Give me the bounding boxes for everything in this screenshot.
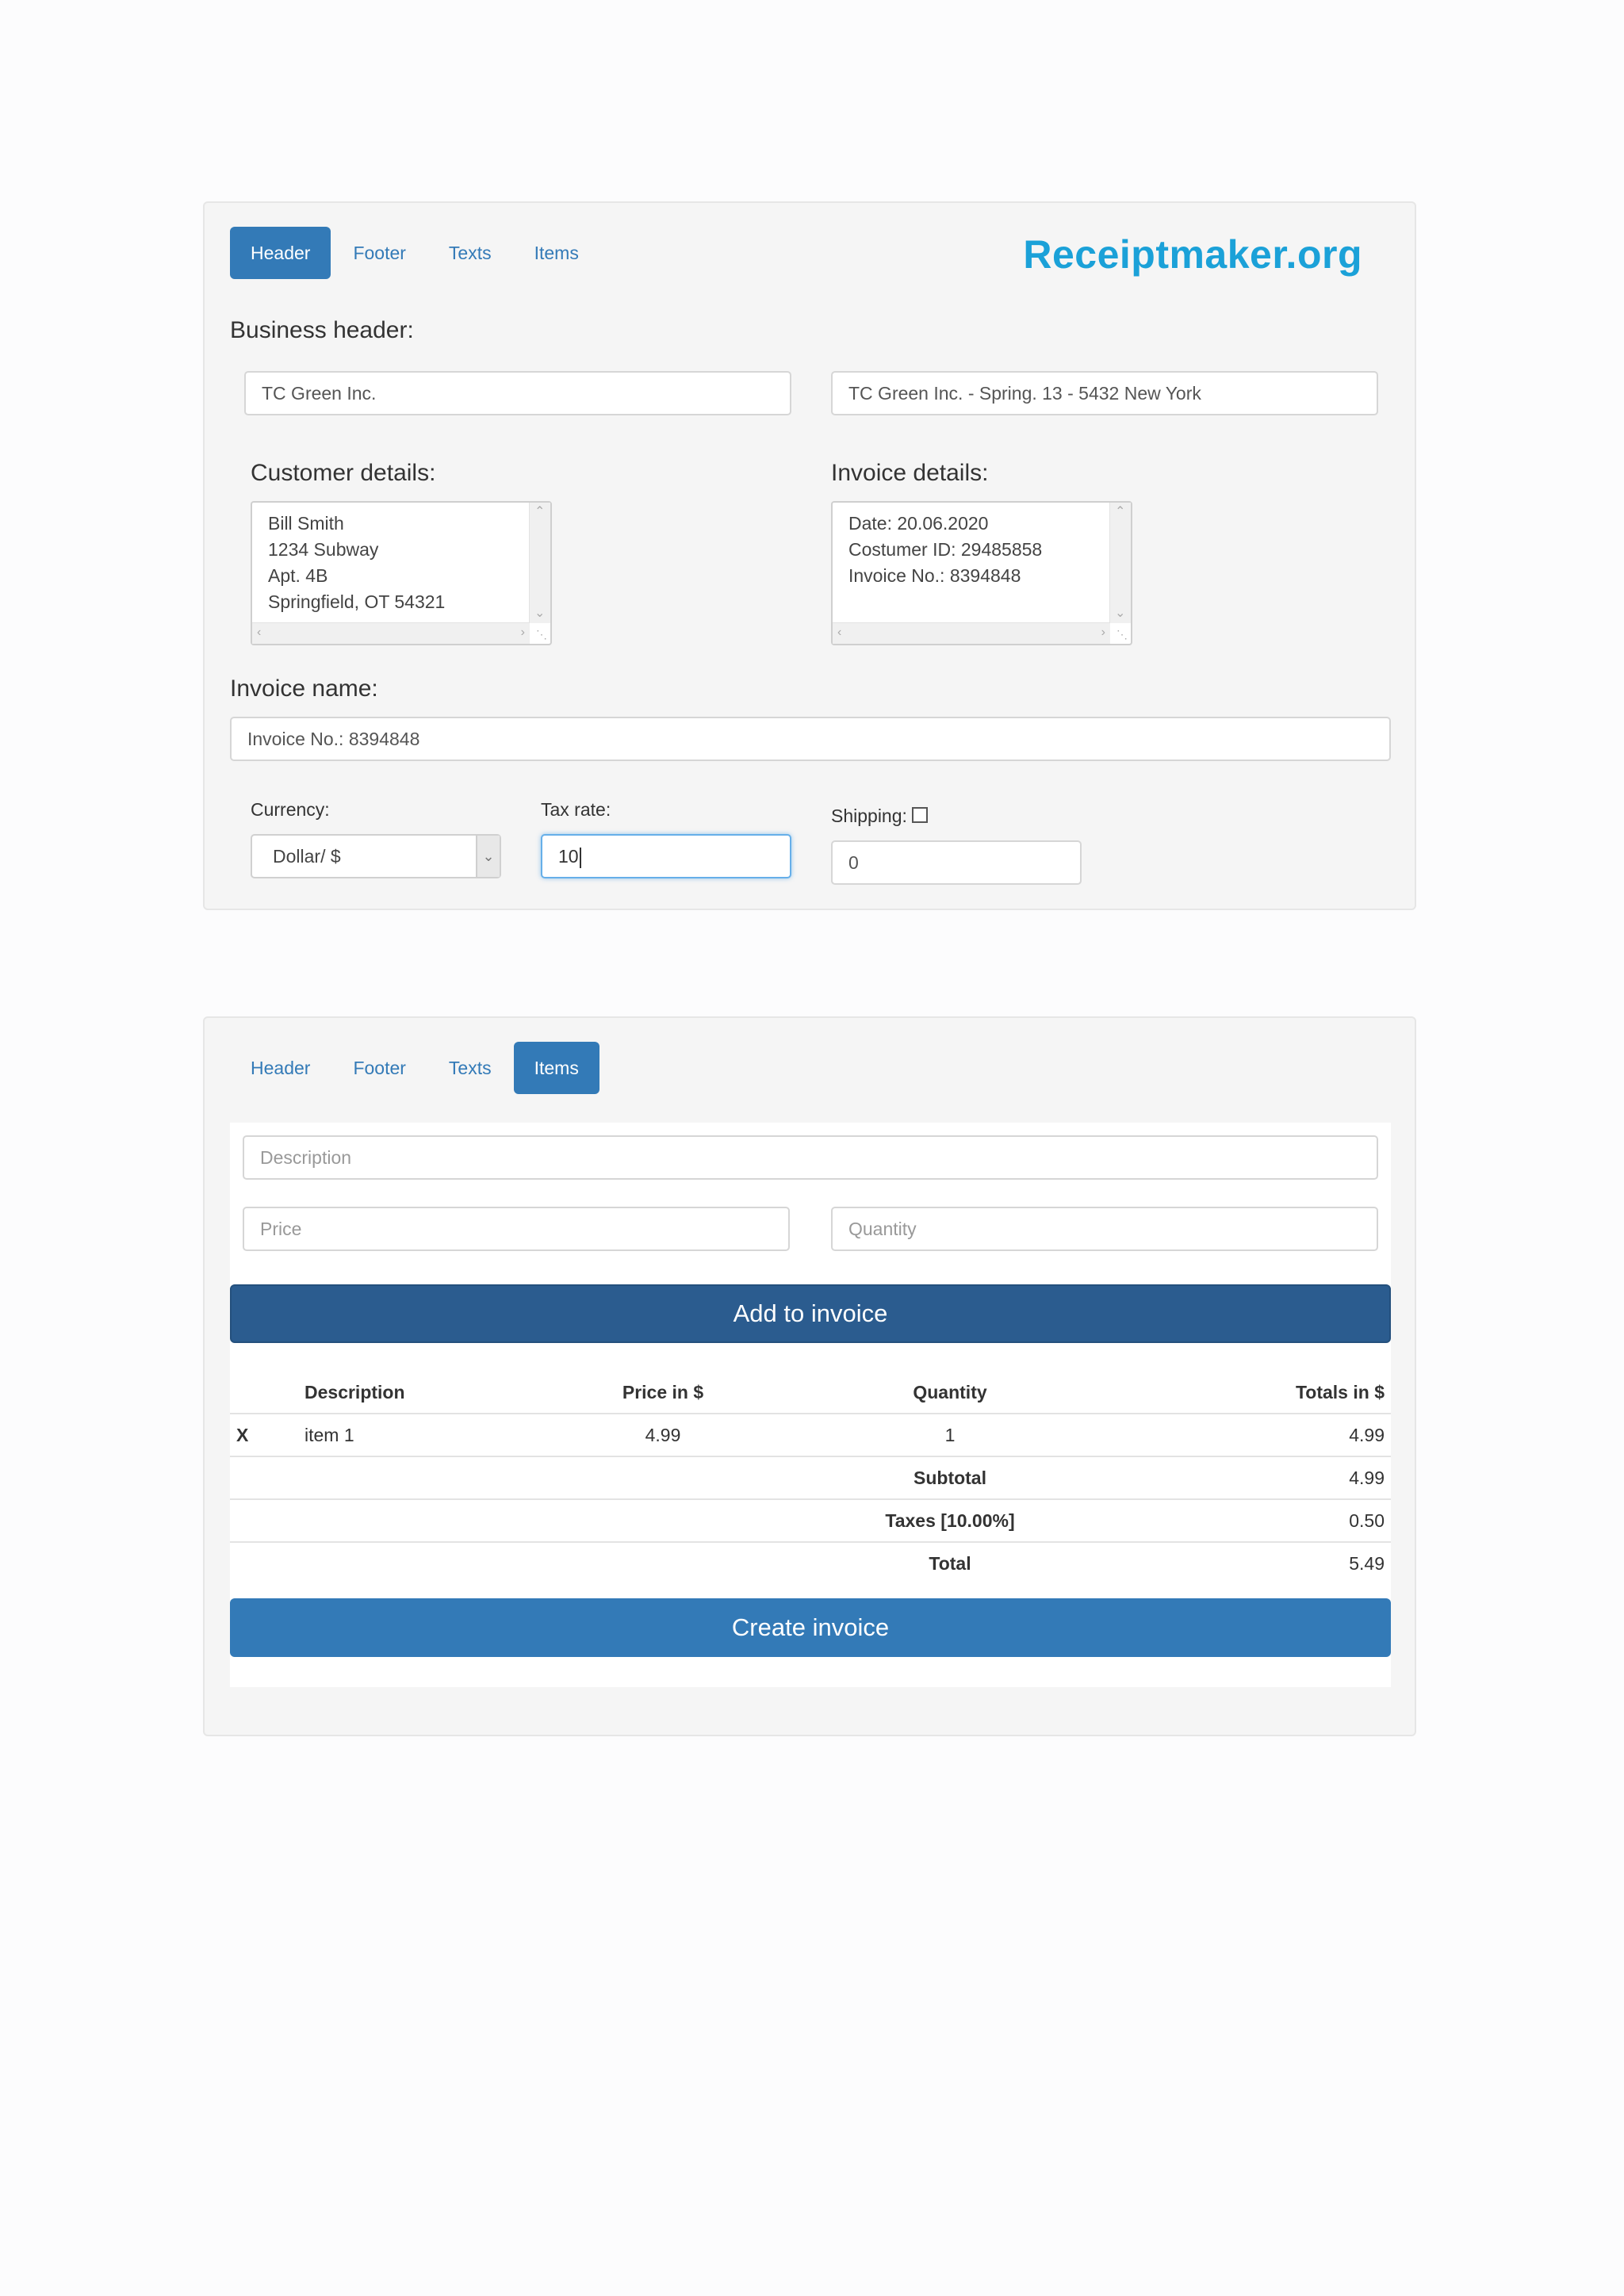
tab-bar: Header Footer Texts Items xyxy=(230,1042,601,1094)
horizontal-scrollbar[interactable]: ‹ › xyxy=(252,622,530,644)
subtotal-row: Subtotal 4.99 xyxy=(230,1456,1391,1499)
table-header-row: Description Price in $ Quantity Totals i… xyxy=(230,1372,1391,1414)
chevron-right-icon[interactable]: › xyxy=(1101,626,1105,639)
taxes-value: 0.50 xyxy=(1117,1498,1391,1542)
vertical-scrollbar[interactable]: ⌃ ⌄ xyxy=(529,503,550,623)
tax-rate-value: 10 xyxy=(558,846,579,867)
tab-bar: Header Footer Texts Items xyxy=(230,227,601,279)
chevron-up-icon[interactable]: ⌃ xyxy=(1115,506,1125,519)
business-name-field[interactable]: TC Green Inc. xyxy=(244,371,791,415)
price-input[interactable]: Price xyxy=(243,1207,790,1251)
column-header xyxy=(230,1372,304,1414)
currency-select[interactable]: Dollar/ $ ⌄ xyxy=(251,834,501,878)
invoice-line: Date: 20.06.2020 xyxy=(848,513,989,534)
tab-footer[interactable]: Footer xyxy=(332,1042,426,1094)
total-row: Total 5.49 xyxy=(230,1541,1391,1584)
tab-texts[interactable]: Texts xyxy=(428,227,512,279)
currency-label: Currency: xyxy=(251,799,330,820)
invoice-line: Costumer ID: 29485858 xyxy=(848,539,1043,560)
customer-details-heading: Customer details: xyxy=(251,460,436,486)
invoice-name-heading: Invoice name: xyxy=(230,675,378,702)
customer-details-text: Bill Smith 1234 Subway Apt. 4B Springfie… xyxy=(268,511,445,615)
tab-header[interactable]: Header xyxy=(230,227,331,279)
shipping-field[interactable]: 0 xyxy=(831,840,1082,885)
total-label: Total xyxy=(783,1541,1117,1584)
column-header-description: Description xyxy=(304,1381,405,1402)
column-header-quantity: Quantity xyxy=(913,1381,987,1402)
tab-footer[interactable]: Footer xyxy=(332,227,426,279)
taxes-row: Taxes [10.00%] 0.50 xyxy=(230,1498,1391,1542)
column-header-totals: Totals in $ xyxy=(1295,1381,1385,1402)
tax-rate-field[interactable]: 10 xyxy=(541,834,791,878)
subtotal-value: 4.99 xyxy=(1117,1456,1391,1499)
taxes-label: Taxes [10.00%] xyxy=(783,1498,1117,1542)
add-to-invoice-button[interactable]: Add to invoice xyxy=(230,1284,1391,1343)
business-address-field[interactable]: TC Green Inc. - Spring. 13 - 5432 New Yo… xyxy=(831,371,1378,415)
customer-line: Bill Smith xyxy=(268,513,344,534)
item-quantity: 1 xyxy=(783,1413,1117,1456)
description-input[interactable]: Description xyxy=(243,1135,1378,1180)
chevron-left-icon[interactable]: ‹ xyxy=(837,626,841,639)
text-cursor xyxy=(579,847,581,868)
create-invoice-button[interactable]: Create invoice xyxy=(230,1598,1391,1657)
tab-items[interactable]: Items xyxy=(514,227,599,279)
item-price: 4.99 xyxy=(543,1413,783,1456)
tax-rate-label: Tax rate: xyxy=(541,799,611,820)
invoice-details-textarea[interactable]: Date: 20.06.2020 Costumer ID: 29485858 I… xyxy=(831,501,1132,645)
items-panel: Header Footer Texts Items Description Pr… xyxy=(203,1016,1416,1736)
invoice-details-heading: Invoice details: xyxy=(831,460,989,486)
item-total: 4.99 xyxy=(1117,1413,1391,1456)
chevron-down-icon[interactable]: ⌄ xyxy=(1115,607,1125,620)
chevron-left-icon[interactable]: ‹ xyxy=(257,626,261,639)
invoice-name-field[interactable]: Invoice No.: 8394848 xyxy=(230,717,1391,761)
table-row: X item 1 4.99 1 4.99 xyxy=(230,1413,1391,1456)
column-header-price: Price in $ xyxy=(622,1381,704,1402)
remove-item-button[interactable]: X xyxy=(230,1413,304,1456)
tab-header[interactable]: Header xyxy=(230,1042,331,1094)
chevron-down-icon[interactable]: ⌄ xyxy=(534,607,545,620)
items-table: Description Price in $ Quantity Totals i… xyxy=(230,1372,1391,1584)
quantity-input[interactable]: Quantity xyxy=(831,1207,1378,1251)
total-value: 5.49 xyxy=(1117,1541,1391,1584)
customer-line: Springfield, OT 54321 xyxy=(268,591,446,612)
chevron-down-icon[interactable]: ⌄ xyxy=(476,836,500,877)
invoice-details-text: Date: 20.06.2020 Costumer ID: 29485858 I… xyxy=(848,511,1042,589)
brand-logo: Receiptmaker.org xyxy=(1023,232,1362,277)
tab-texts[interactable]: Texts xyxy=(428,1042,512,1094)
vertical-scrollbar[interactable]: ⌃ ⌄ xyxy=(1109,503,1131,623)
horizontal-scrollbar[interactable]: ‹ › xyxy=(833,622,1110,644)
customer-line: Apt. 4B xyxy=(268,565,328,586)
resize-grip-icon[interactable]: ⋱ xyxy=(536,628,547,641)
chevron-up-icon[interactable]: ⌃ xyxy=(534,506,545,519)
tab-items[interactable]: Items xyxy=(513,1042,599,1094)
chevron-right-icon[interactable]: › xyxy=(521,626,525,639)
invoice-line: Invoice No.: 8394848 xyxy=(848,565,1021,586)
currency-selected-value: Dollar/ $ xyxy=(273,846,341,867)
shipping-checkbox[interactable] xyxy=(912,807,928,823)
shipping-label: Shipping: xyxy=(831,806,907,826)
subtotal-label: Subtotal xyxy=(783,1456,1117,1499)
business-header-heading: Business header: xyxy=(230,317,414,343)
resize-grip-icon[interactable]: ⋱ xyxy=(1116,628,1128,641)
customer-line: 1234 Subway xyxy=(268,539,379,560)
item-description: item 1 xyxy=(304,1413,543,1456)
header-settings-panel: Header Footer Texts Items Receiptmaker.o… xyxy=(203,201,1416,910)
customer-details-textarea[interactable]: Bill Smith 1234 Subway Apt. 4B Springfie… xyxy=(251,501,552,645)
